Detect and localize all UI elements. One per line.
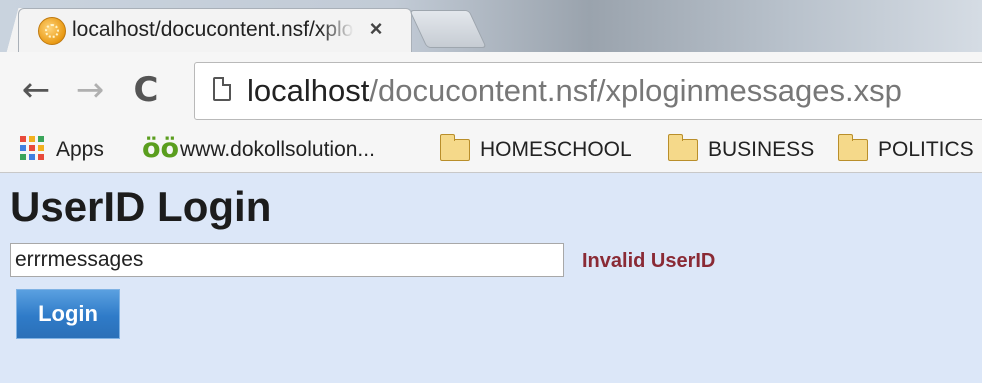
error-message: Invalid UserID [582,250,716,272]
address-bar[interactable]: localhost/docucontent.nsf/xploginmessage… [194,62,982,120]
new-tab-button[interactable] [409,10,487,48]
page-content: UserID Login Invalid UserID Login [0,173,982,383]
bookmark-homeschool[interactable]: HOMESCHOOL [480,134,632,166]
page-title: UserID Login [10,183,272,230]
reload-icon[interactable]: C [128,70,164,110]
bookmark-dokollsolution[interactable]: www.dokollsolution... [180,134,375,166]
apps-grid-icon[interactable] [20,136,44,160]
tab-title[interactable]: localhost/docucontent.nsf/xploginmessage… [72,16,354,44]
back-arrow-icon[interactable]: ← [18,70,54,110]
address-url[interactable]: localhost/docucontent.nsf/xploginmessage… [247,71,902,111]
tab-strip: localhost/docucontent.nsf/xploginmessage… [0,0,982,52]
folder-icon [668,134,698,161]
bookmark-business[interactable]: BUSINESS [708,134,814,166]
browser-toolbar: ← → C localhost/docucontent.nsf/xploginm… [0,52,982,128]
folder-icon [838,134,868,161]
page-icon [213,77,231,101]
url-path: /docucontent.nsf/xploginmessages.xsp [369,73,902,108]
tab-close-icon[interactable]: × [364,15,388,43]
userid-input[interactable] [10,243,564,277]
bookmark-apps[interactable]: Apps [56,134,104,166]
login-button[interactable]: Login [16,289,120,339]
url-host: localhost [247,73,370,108]
bookmark-politics[interactable]: POLITICS [878,134,974,166]
forward-arrow-icon[interactable]: → [72,70,108,110]
bookmarks-bar: Apps öö www.dokollsolution... HOMESCHOOL… [0,128,982,173]
folder-icon [440,134,470,161]
globe-favicon-icon [38,17,66,45]
dk-site-icon: öö [142,133,180,164]
